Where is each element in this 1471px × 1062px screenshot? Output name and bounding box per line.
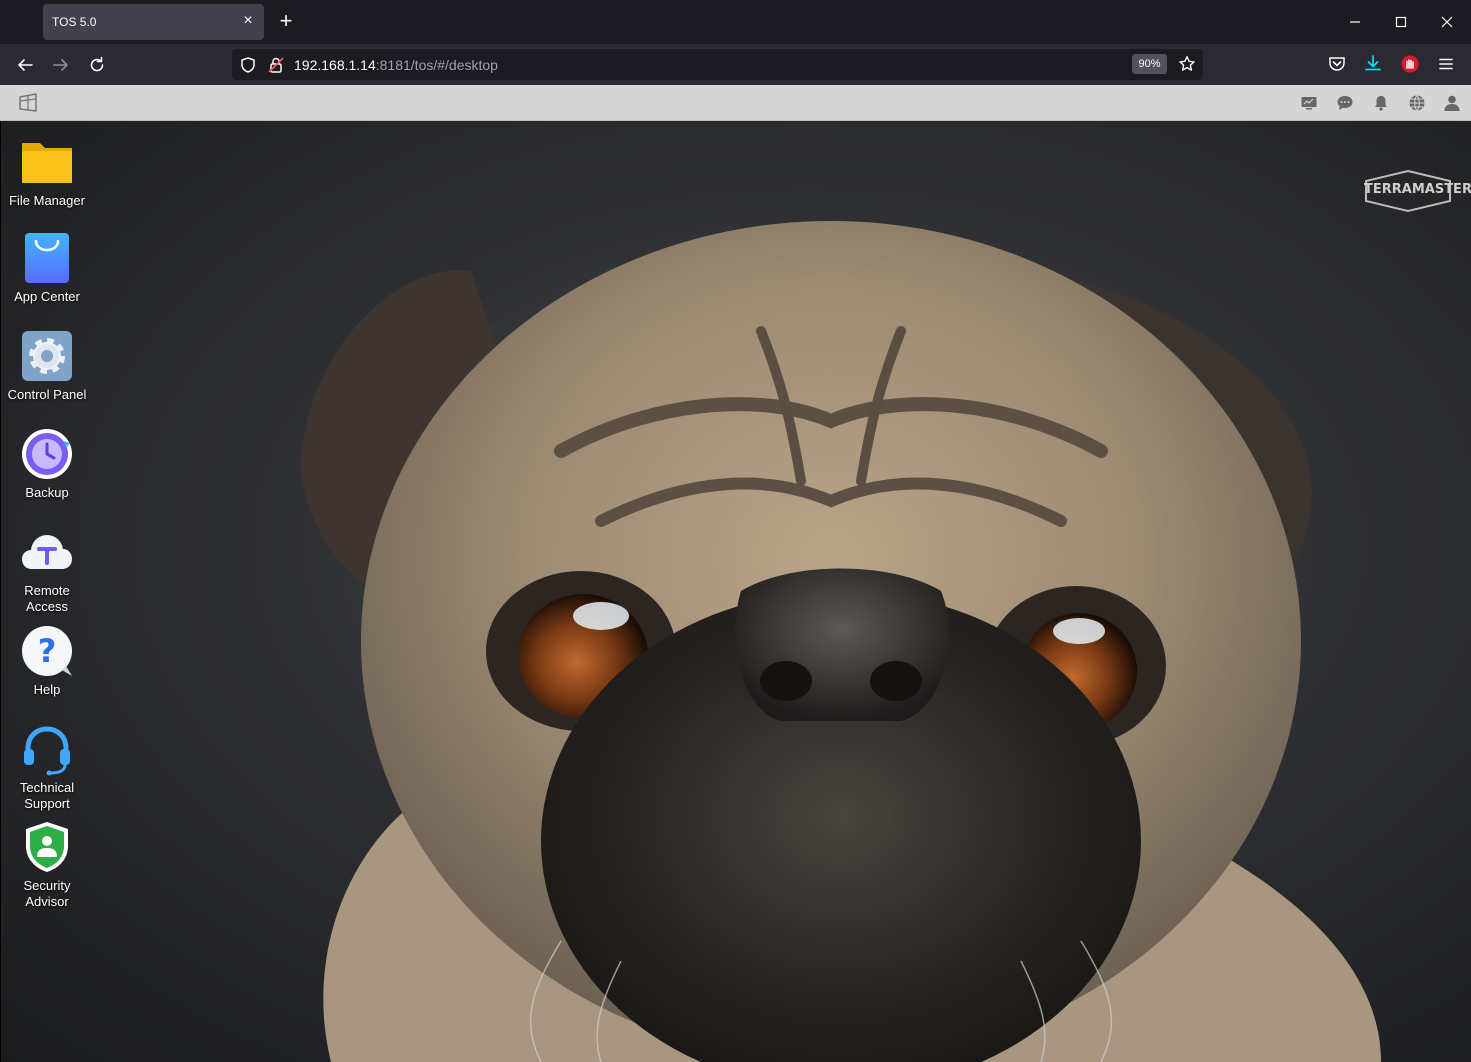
app-security-advisor[interactable]: Security Advisor [1, 820, 93, 910]
minimize-button[interactable] [1343, 10, 1367, 34]
tos-header-bar [0, 85, 1471, 121]
app-label: Control Panel [7, 387, 87, 402]
maximize-button[interactable] [1389, 10, 1413, 34]
chat-icon[interactable] [1336, 94, 1354, 112]
back-button[interactable] [12, 52, 38, 78]
desktop: TERRAMASTER File Manager App Center Cont… [0, 121, 1471, 1062]
question-icon: ? [22, 626, 72, 676]
arrow-left-icon [18, 59, 33, 71]
ublock-extension-icon[interactable] [1400, 54, 1420, 74]
app-file-manager[interactable]: File Manager [1, 135, 93, 209]
minimize-icon [1350, 21, 1360, 23]
pocket-icon[interactable] [1327, 54, 1347, 74]
app-label: Remote Access [24, 583, 70, 614]
app-label: Technical Support [19, 780, 75, 811]
url-path: :8181/tos/#/desktop [375, 57, 498, 73]
maximize-icon [1395, 16, 1407, 28]
app-label: Backup [25, 485, 69, 500]
tab-close-icon[interactable]: × [240, 13, 256, 29]
bookmark-star-icon[interactable] [1178, 55, 1196, 73]
app-label: Security Advisor [23, 878, 71, 909]
clock-icon [22, 429, 72, 479]
globe-icon[interactable] [1408, 94, 1426, 112]
reload-button[interactable] [84, 52, 110, 78]
shield-icon[interactable] [239, 56, 257, 74]
bell-icon[interactable] [1372, 94, 1390, 112]
brand-text: TERRAMASTER [1364, 182, 1471, 197]
pug-wallpaper-image [301, 221, 1381, 1062]
url-host: 192.168.1.14 [294, 57, 376, 73]
browser-tab-strip: TOS 5.0 × + [0, 0, 1471, 44]
gear-icon [22, 331, 72, 381]
close-icon [1441, 16, 1453, 28]
headset-icon [24, 726, 70, 776]
terramaster-logo: TERRAMASTER [1364, 169, 1471, 213]
app-app-center[interactable]: App Center [1, 231, 93, 305]
resource-monitor-icon[interactable] [1300, 94, 1318, 112]
cloud-icon [22, 535, 72, 569]
new-tab-button[interactable]: + [274, 10, 298, 34]
app-backup[interactable]: Backup [1, 427, 93, 501]
app-label: Help [33, 682, 61, 697]
tos-start-menu-icon[interactable] [17, 92, 41, 114]
tab-title: TOS 5.0 [52, 15, 97, 29]
folder-icon [22, 143, 72, 183]
url-text[interactable]: 192.168.1.14:8181/tos/#/desktop [294, 57, 498, 73]
forward-button[interactable] [48, 52, 74, 78]
app-control-panel[interactable]: Control Panel [1, 329, 93, 403]
user-icon[interactable] [1443, 94, 1461, 112]
shopping-bag-icon [25, 233, 69, 283]
insecure-lock-icon[interactable] [267, 56, 285, 74]
close-window-button[interactable] [1435, 10, 1459, 34]
app-help[interactable]: ? Help [1, 624, 93, 698]
arrow-right-icon [53, 59, 68, 71]
shield-icon [26, 822, 68, 872]
download-icon[interactable] [1363, 54, 1383, 74]
menu-icon[interactable] [1436, 54, 1456, 74]
app-technical-support[interactable]: Technical Support [1, 722, 93, 812]
app-label: App Center [14, 289, 80, 304]
reload-icon [90, 56, 104, 72]
zoom-level-badge[interactable]: 90% [1132, 54, 1167, 74]
browser-tab[interactable]: TOS 5.0 × [43, 4, 264, 40]
svg-text:?: ? [38, 632, 57, 670]
url-bar[interactable]: 192.168.1.14:8181/tos/#/desktop 90% [232, 49, 1203, 80]
app-remote-access[interactable]: Remote Access [1, 525, 93, 615]
app-label: File Manager [9, 193, 85, 208]
browser-navigation-bar: 192.168.1.14:8181/tos/#/desktop 90% [0, 44, 1471, 85]
